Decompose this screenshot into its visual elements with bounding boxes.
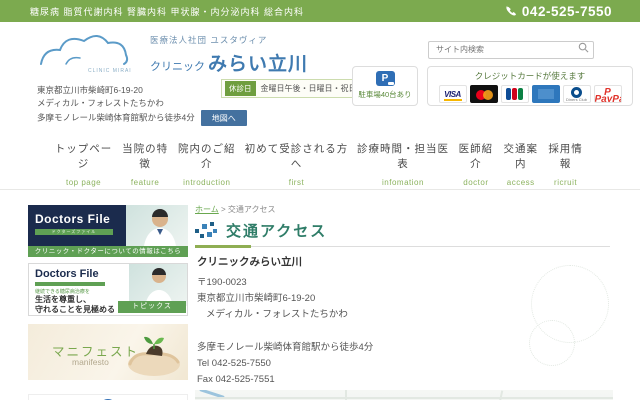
topics-button[interactable]: トピックス [118,301,186,313]
logo-text: 医療法人社団 ユスタヴィア クリニックみらい立川 [150,34,308,76]
main-content: ホーム > 交通アクセス 交通アクセス クリニックみらい立川 〒190-002 [195,190,615,400]
decoration-circle-2 [529,320,575,366]
doctors-file-2-copy1: 生活を尊重し、 [35,295,115,305]
doctors-file-banner-1[interactable]: Doctors File ドクターズファイル クリニック・ドクターについての情報… [28,205,188,257]
sidebar: Doctors File ドクターズファイル クリニック・ドクターについての情報… [28,205,188,400]
map-link-button[interactable]: 地図へ [201,110,247,126]
partial-banner[interactable] [28,394,188,400]
header-address: 東京都立川市柴崎町6-19-20 メディカル・フォレストたちかわ 多摩モノレール… [37,84,247,126]
access-info: クリニックみらい立川 〒190-0023 東京都立川市柴崎町6-19-20 メデ… [197,254,373,388]
parking-icon: P [376,71,395,86]
address-line2: メディカル・フォレストたちかわ [37,97,247,110]
doctor-photo-2 [129,264,187,306]
doctors-file-2-bar [35,282,105,286]
doctors-file-2-title: Doctors File [35,268,99,280]
hands-plant-image [120,330,182,376]
doctors-file-subtitle: ドクターズファイル [35,229,113,235]
title-underline [195,246,610,247]
nav-item-top-page[interactable]: トップページtop page [50,141,117,189]
nav-item-introduction[interactable]: 院内のご紹介introduction [173,141,240,189]
map-road [195,397,613,399]
header: CLINIC MIRAI 医療法人社団 ユスタヴィア クリニックみらい立川 休診… [0,22,640,128]
credit-title: クレジットカードが使えます [428,70,632,82]
clouds-logo-icon: CLINIC MIRAI [36,28,144,80]
visa-logo: VISA [439,85,467,103]
jcb-logo [501,85,529,103]
heading-dots-icon [195,222,217,240]
site-search [428,39,594,57]
clinic-name: クリニックみらい立川 [197,254,373,270]
main-nav: トップページtop page当院の特徴feature院内のご紹介introduc… [0,128,640,190]
nav-item-access[interactable]: 交通案内access [498,141,543,189]
breadcrumb-separator: > [221,205,226,214]
nav-item-feature[interactable]: 当院の特徴feature [117,141,173,189]
doctors-file-2-copy2: 守れることを見極める [35,305,115,315]
search-icon[interactable] [578,42,589,53]
address-line1: 東京都立川市柴崎町6-19-20 [37,84,247,97]
fax-number: Fax 042-525-7551 [197,372,373,388]
doctors-file-title: Doctors File [35,212,110,226]
header-phone[interactable]: 042-525-7550 [505,4,612,19]
topbar: 糖尿病 脂質代謝内科 腎臓内科 甲状腺・内分泌内科 総合内科 042-525-7… [0,0,640,22]
doctors-file-caption: クリニック・ドクターについての情報はこちら [28,246,188,257]
manifesto-subtitle: manifesto [72,357,109,367]
doctors-file-banner-2[interactable]: Doctors File 継続できる糖尿病治療を 生活を尊重し、 守れることを見… [28,263,188,316]
credit-card-info: クレジットカードが使えます VISA Diners Club PPayPay [427,66,633,106]
nav-item-doctor[interactable]: 医師紹介doctor [453,141,498,189]
amex-logo [532,85,560,103]
content: Doctors File ドクターズファイル クリニック・ドクターについての情報… [0,190,640,400]
breadcrumb-home-link[interactable]: ホーム [195,205,219,214]
diners-club-logo: Diners Club [563,85,591,103]
closed-days-text: 金曜日午後・日曜日・祝日 [261,83,357,94]
access-map[interactable] [195,390,613,400]
logo-clinic-prefix: クリニック [150,61,205,73]
doctors-file-2-lead: 継続できる糖尿病治療を [35,288,90,295]
nav-item-infomation[interactable]: 診療時間・担当医表infomation [353,141,454,189]
map-road-2 [345,390,347,400]
postal-code: 〒190-0023 [197,275,373,291]
phone-icon [505,5,517,17]
logo-organization: 医療法人社団 ユスタヴィア [150,34,308,46]
breadcrumb: ホーム > 交通アクセス [195,204,276,215]
doctor-photo [126,205,188,246]
card-logos: VISA Diners Club PPayPay [428,85,632,103]
phone-number: 042-525-7550 [522,4,612,19]
address-1: 東京都立川市柴崎町6-19-20 [197,291,373,307]
departments-list: 糖尿病 脂質代謝内科 腎臓内科 甲状腺・内分泌内科 総合内科 [30,5,304,18]
nav-item-ricruit[interactable]: 採用情報ricruit [543,141,588,189]
logo-clinic-name: みらい立川 [208,54,308,75]
nav-item-first[interactable]: 初めて受診される方へfirst [240,141,352,189]
clinic-logo[interactable]: CLINIC MIRAI 医療法人社団 ユスタヴィア クリニックみらい立川 [36,28,308,80]
page-title: 交通アクセス [226,220,327,241]
parking-info[interactable]: P 駐車場40台あり [352,66,418,106]
mastercard-logo [470,85,498,103]
page: 糖尿病 脂質代謝内科 腎臓内科 甲状腺・内分泌内科 総合内科 042-525-7… [0,0,640,400]
tel-number: Tel 042-525-7550 [197,356,373,372]
search-input[interactable] [428,41,594,59]
svg-text:CLINIC MIRAI: CLINIC MIRAI [88,68,132,74]
access-route: 多摩モノレール柴崎体育館駅から徒歩4分 [197,340,373,356]
parking-label: 駐車場40台あり [353,89,417,100]
address-line3: 多摩モノレール柴崎体育館駅から徒歩4分 [37,112,195,122]
breadcrumb-current: 交通アクセス [228,205,276,214]
address-2: メディカル・フォレストたちかわ [197,307,373,323]
manifesto-banner[interactable]: マニフェスト manifesto [28,324,188,380]
paypay-logo: PPayPay [594,85,622,103]
